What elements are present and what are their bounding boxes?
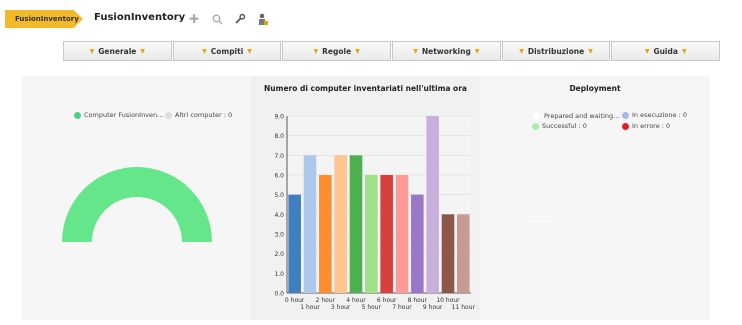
- legend-swatch: [165, 111, 172, 119]
- y-tick-label: 0.0: [274, 291, 284, 298]
- chevron-down-icon: ▼: [313, 47, 319, 55]
- chevron-down-icon: ▼: [140, 47, 145, 55]
- chevron-down-icon: ▼: [355, 47, 360, 55]
- menu-label: Guida: [653, 46, 678, 56]
- menu-networking[interactable]: ▼ Networking ▼: [392, 41, 501, 61]
- legend-item[interactable]: Prepared and waiting...: [532, 111, 619, 120]
- chevron-down-icon: ▼: [89, 47, 95, 55]
- bar[interactable]: [349, 155, 363, 293]
- chevron-down-icon: ▼: [681, 47, 687, 55]
- bar-chart: 0.0 1.0 2.0 3.0 4.0 5.0 6.0 7.0 8.0 9.0 0 hour1 ho…: [274, 114, 476, 312]
- chevron-down-icon: ▼: [202, 47, 207, 55]
- page-title: FusionInventory: [94, 12, 186, 23]
- menu-label: Regole: [322, 46, 352, 56]
- x-tick-label: 6 hour: [377, 297, 397, 304]
- bar[interactable]: [365, 175, 378, 293]
- bar[interactable]: [395, 175, 409, 293]
- gauge-arc[interactable]: [62, 167, 212, 242]
- legend-label: Computer FusionInven...: [84, 111, 164, 119]
- y-tick-label: 1.0: [274, 271, 284, 278]
- breadcrumb[interactable]: FusionInventory: [5, 10, 83, 28]
- x-tick-label: 1 hour: [300, 304, 320, 311]
- y-tick-label: 6.0: [274, 173, 284, 180]
- legend-label: Altri computer : 0: [175, 111, 233, 119]
- chevron-down-icon: ▼: [247, 47, 252, 55]
- empty-chart-mark: [524, 221, 552, 222]
- y-tick-label: 5.0: [274, 192, 284, 199]
- legend-label: Successful : 0: [542, 122, 587, 130]
- menu-generale[interactable]: ▼ Generale ▼: [63, 41, 172, 61]
- legend-item[interactable]: Successful : 0: [532, 122, 587, 130]
- menu-label: Generale: [98, 46, 137, 56]
- menu-label: Networking: [421, 46, 471, 56]
- legend-label: Prepared and waiting...: [544, 111, 620, 120]
- user-config-icon[interactable]: [255, 11, 271, 27]
- bar[interactable]: [288, 194, 301, 293]
- legend-item[interactable]: Computer FusionInven...: [74, 111, 163, 119]
- legend-swatch: [622, 122, 629, 130]
- inventory-chart-panel: Numero di computer inventariati nell'ult…: [251, 76, 480, 320]
- gauge: [62, 167, 212, 242]
- x-tick-label: 8 hour: [408, 297, 428, 304]
- y-tick-label: 9.0: [274, 114, 284, 121]
- bar[interactable]: [411, 194, 424, 293]
- chevron-down-icon: ▼: [644, 47, 650, 55]
- menu-label: Compiti: [210, 46, 244, 56]
- y-tick-label: 4.0: [274, 212, 284, 219]
- menu-label: Distribuzione: [527, 46, 585, 56]
- x-tick-label: 2 hour: [316, 297, 336, 304]
- y-tick-label: 2.0: [274, 251, 284, 258]
- chevron-down-icon: ▼: [413, 47, 418, 55]
- legend-swatch: [532, 122, 539, 130]
- x-tick-label: 4 hour: [346, 297, 366, 304]
- y-tick-label: 3.0: [274, 232, 284, 239]
- search-icon[interactable]: [209, 11, 225, 27]
- x-tick-label: 3 hour: [331, 304, 351, 311]
- bar[interactable]: [426, 116, 439, 293]
- bar[interactable]: [380, 175, 393, 293]
- x-tick-label: 0 hour: [285, 297, 305, 304]
- y-tick-label: 8.0: [274, 133, 284, 140]
- legend-item[interactable]: Altri computer : 0: [165, 111, 232, 119]
- legend-label: In esecuzione : 0: [632, 111, 687, 119]
- legend-swatch: [532, 111, 541, 120]
- bar[interactable]: [457, 214, 470, 293]
- legend-label: In errore : 0: [632, 122, 671, 130]
- chevron-down-icon: ▼: [588, 47, 593, 55]
- chevron-down-icon: ▼: [519, 47, 524, 55]
- bar[interactable]: [334, 155, 347, 293]
- legend-swatch: [74, 111, 81, 119]
- bar[interactable]: [441, 214, 455, 293]
- plus-icon[interactable]: ✚: [186, 11, 202, 27]
- bar[interactable]: [303, 155, 317, 293]
- bar[interactable]: [319, 175, 332, 293]
- legend-item[interactable]: In errore : 0: [622, 122, 670, 130]
- legend-item[interactable]: In esecuzione : 0: [622, 111, 687, 119]
- dashboard: Computer FusionInven... Altri computer :…: [22, 76, 710, 320]
- deployment-panel: Deployment Prepared and waiting... In es…: [480, 76, 710, 320]
- x-tick-label: 5 hour: [362, 304, 382, 311]
- x-tick-label: 10 hour: [436, 297, 460, 304]
- chevron-down-icon: ▼: [474, 47, 480, 55]
- deployment-title: Deployment: [569, 84, 621, 93]
- menu-distribuzione[interactable]: ▼ Distribuzione ▼: [501, 41, 611, 61]
- top-bar: FusionInventory FusionInventory ✚: [0, 0, 742, 38]
- computers-panel: Computer FusionInven... Altri computer :…: [22, 76, 251, 320]
- y-tick-label: 7.0: [274, 153, 284, 160]
- legend-swatch: [622, 111, 629, 119]
- menu-compiti[interactable]: ▼ Compiti ▼: [172, 41, 282, 61]
- x-tick-label: 9 hour: [423, 304, 443, 311]
- x-tick-label: 11 hour: [452, 304, 476, 311]
- toolbar: ✚: [186, 11, 271, 27]
- menu-regole[interactable]: ▼ Regole ▼: [282, 41, 392, 61]
- main-menu: ▼ Generale ▼ ▼ Compiti ▼ ▼ Regole ▼ ▼ Networkin…: [63, 41, 721, 61]
- x-tick-label: 7 hour: [392, 304, 412, 311]
- wrench-icon[interactable]: [232, 11, 248, 27]
- menu-guida[interactable]: ▼ Guida ▼: [611, 41, 721, 61]
